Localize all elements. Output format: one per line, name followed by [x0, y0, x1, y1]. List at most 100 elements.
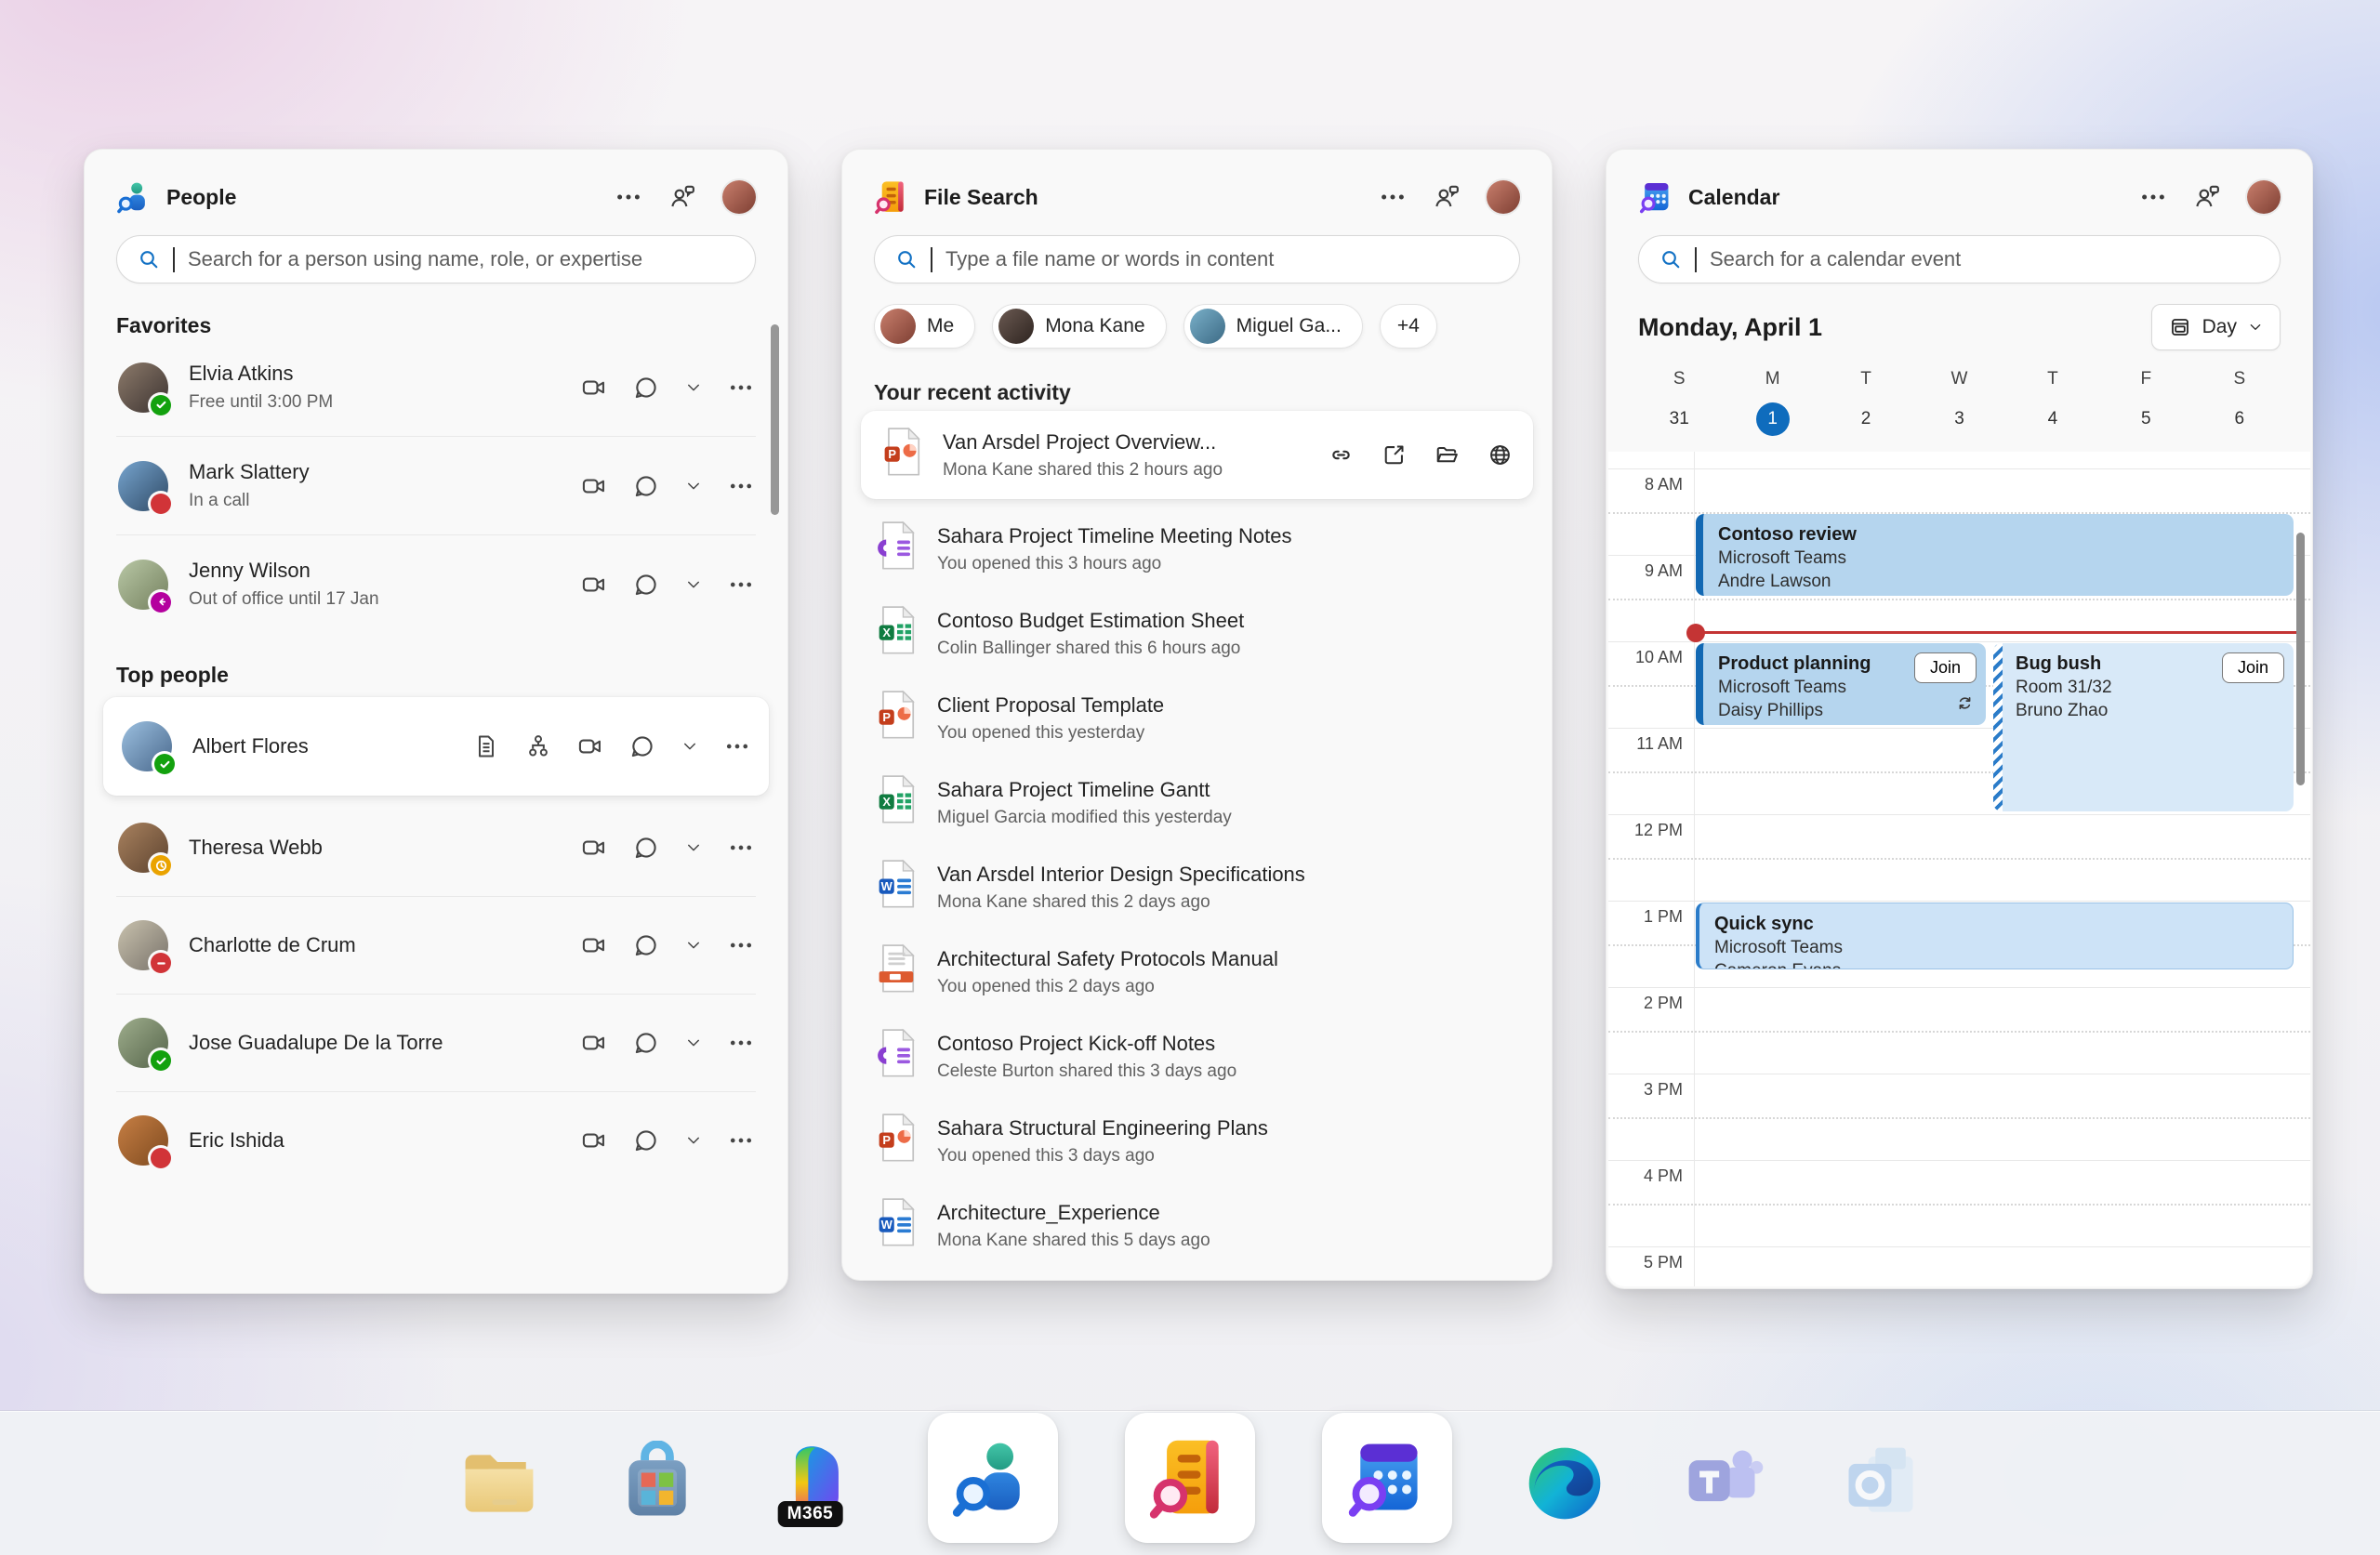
chevron-button[interactable] [685, 1132, 702, 1149]
calendar-event[interactable]: Quick sync Microsoft Teams Cameron Evans [1696, 903, 2294, 969]
feedback-icon[interactable] [668, 183, 696, 211]
m365-copilot-taskbar-icon[interactable]: M365 [770, 1438, 861, 1529]
video-button[interactable] [581, 1030, 607, 1056]
edge-taskbar-icon[interactable] [1519, 1438, 1610, 1529]
teams-taskbar-icon[interactable] [1677, 1438, 1768, 1529]
more-people-chip[interactable]: +4 [1380, 304, 1437, 349]
chat-button[interactable] [633, 932, 659, 958]
chat-button[interactable] [633, 572, 659, 598]
video-button[interactable] [581, 835, 607, 861]
chip-avatar [1190, 309, 1225, 344]
account-avatar[interactable] [2247, 180, 2281, 214]
date-cell[interactable]: 31 [1662, 402, 1696, 436]
outlook-taskbar-icon[interactable] [1835, 1438, 1926, 1529]
chevron-button[interactable] [685, 379, 702, 396]
calendar-event[interactable]: Contoso review Microsoft Teams Andre Law… [1696, 514, 2294, 596]
folder-button[interactable] [1435, 442, 1460, 468]
file-row[interactable]: X Contoso Budget Estimation Sheet Colin … [874, 591, 1520, 676]
file-row[interactable]: W Architecture_Experience Mona Kane shar… [874, 1183, 1520, 1268]
more-options-icon[interactable] [1379, 183, 1407, 211]
file-row[interactable]: P Sahara Structural Engineering Plans Yo… [874, 1099, 1520, 1183]
date-cell[interactable]: 4 [2036, 402, 2069, 436]
more-button[interactable] [724, 733, 750, 759]
person-chip[interactable]: Miguel Ga... [1183, 304, 1363, 349]
date-cell[interactable]: 3 [1942, 402, 1976, 436]
calendar-search-input[interactable] [1710, 247, 2259, 271]
account-avatar[interactable] [1487, 180, 1520, 214]
date-cell[interactable]: 6 [2223, 402, 2256, 436]
day-view-button[interactable]: Day [2151, 304, 2281, 350]
person-row[interactable]: Jenny Wilson Out of office until 17 Jan [116, 534, 756, 633]
chat-button[interactable] [629, 733, 655, 759]
more-button[interactable] [728, 835, 754, 861]
person-row[interactable]: Albert Flores [103, 697, 769, 796]
feedback-icon[interactable] [2193, 183, 2221, 211]
chevron-button[interactable] [685, 1034, 702, 1051]
file-row[interactable]: X Sahara Project Timeline Gantt Miguel G… [874, 760, 1520, 845]
person-row[interactable]: Eric Ishida [116, 1091, 756, 1189]
calendar-scrollbar[interactable] [2296, 533, 2305, 785]
more-button[interactable] [728, 375, 754, 401]
video-button[interactable] [577, 733, 603, 759]
date-cell[interactable]: 2 [1849, 402, 1883, 436]
chevron-button[interactable] [685, 937, 702, 954]
chat-button[interactable] [633, 473, 659, 499]
microsoft-store-taskbar-icon[interactable] [612, 1438, 703, 1529]
person-row[interactable]: Charlotte de Crum [116, 896, 756, 994]
chat-button[interactable] [633, 1127, 659, 1153]
chevron-button[interactable] [681, 738, 698, 755]
people-search-input[interactable] [188, 247, 734, 271]
file-row[interactable]: W Van Arsdel Interior Design Specificati… [874, 845, 1520, 929]
more-button[interactable] [728, 932, 754, 958]
chevron-button[interactable] [685, 478, 702, 494]
video-button[interactable] [581, 375, 607, 401]
file-explorer-taskbar-icon[interactable] [454, 1438, 545, 1529]
account-avatar[interactable] [722, 180, 756, 214]
people-app-taskbar-icon[interactable] [928, 1413, 1058, 1543]
person-row[interactable]: Elvia Atkins Free until 3:00 PM [116, 338, 756, 436]
hour-label: 8 AM [1608, 475, 1683, 494]
share-button[interactable] [1382, 442, 1407, 468]
chat-button[interactable] [633, 375, 659, 401]
chevron-button[interactable] [685, 839, 702, 856]
more-button[interactable] [728, 572, 754, 598]
more-button[interactable] [728, 473, 754, 499]
feedback-icon[interactable] [1433, 183, 1461, 211]
person-chip[interactable]: Mona Kane [992, 304, 1166, 349]
file-row[interactable]: P Van Arsdel Project Overview... Mona Ka… [861, 411, 1533, 499]
file-search-app-taskbar-icon[interactable] [1125, 1413, 1255, 1543]
person-chip[interactable]: Me [874, 304, 975, 349]
file-row[interactable]: Sahara Project Timeline Meeting Notes Yo… [874, 507, 1520, 591]
file-row[interactable]: Architectural Safety Protocols Manual Yo… [874, 929, 1520, 1014]
video-button[interactable] [581, 572, 607, 598]
people-scrollbar[interactable] [771, 324, 779, 515]
video-button[interactable] [581, 473, 607, 499]
person-row[interactable]: Theresa Webb [116, 799, 756, 896]
chat-button[interactable] [633, 835, 659, 861]
file-row[interactable]: P Client Proposal Template You opened th… [874, 676, 1520, 760]
calendar-app-taskbar-icon[interactable] [1322, 1413, 1452, 1543]
chat-button[interactable] [633, 1030, 659, 1056]
selected-date[interactable]: 1 [1756, 402, 1790, 436]
avatar [118, 362, 168, 413]
globe-button[interactable] [1488, 442, 1513, 468]
calendar-event[interactable]: Bug bush Room 31/32 Bruno Zhao Join [1993, 643, 2294, 811]
more-button[interactable] [728, 1030, 754, 1056]
file-button[interactable] [473, 733, 499, 759]
join-button[interactable]: Join [1914, 652, 1977, 683]
more-options-icon[interactable] [2139, 183, 2167, 211]
file-search-input[interactable] [945, 247, 1499, 271]
link-button[interactable] [1329, 442, 1354, 468]
person-row[interactable]: Jose Guadalupe De la Torre [116, 994, 756, 1091]
more-button[interactable] [728, 1127, 754, 1153]
chevron-button[interactable] [685, 576, 702, 593]
file-row[interactable]: Contoso Project Kick-off Notes Celeste B… [874, 1014, 1520, 1099]
calendar-event[interactable]: Product planning Microsoft Teams Daisy P… [1696, 643, 1986, 725]
more-options-icon[interactable] [615, 183, 642, 211]
person-row[interactable]: Mark Slattery In a call [116, 436, 756, 534]
video-button[interactable] [581, 1127, 607, 1153]
video-button[interactable] [581, 932, 607, 958]
date-cell[interactable]: 5 [2129, 402, 2162, 436]
join-button[interactable]: Join [2222, 652, 2284, 683]
org-button[interactable] [525, 733, 551, 759]
